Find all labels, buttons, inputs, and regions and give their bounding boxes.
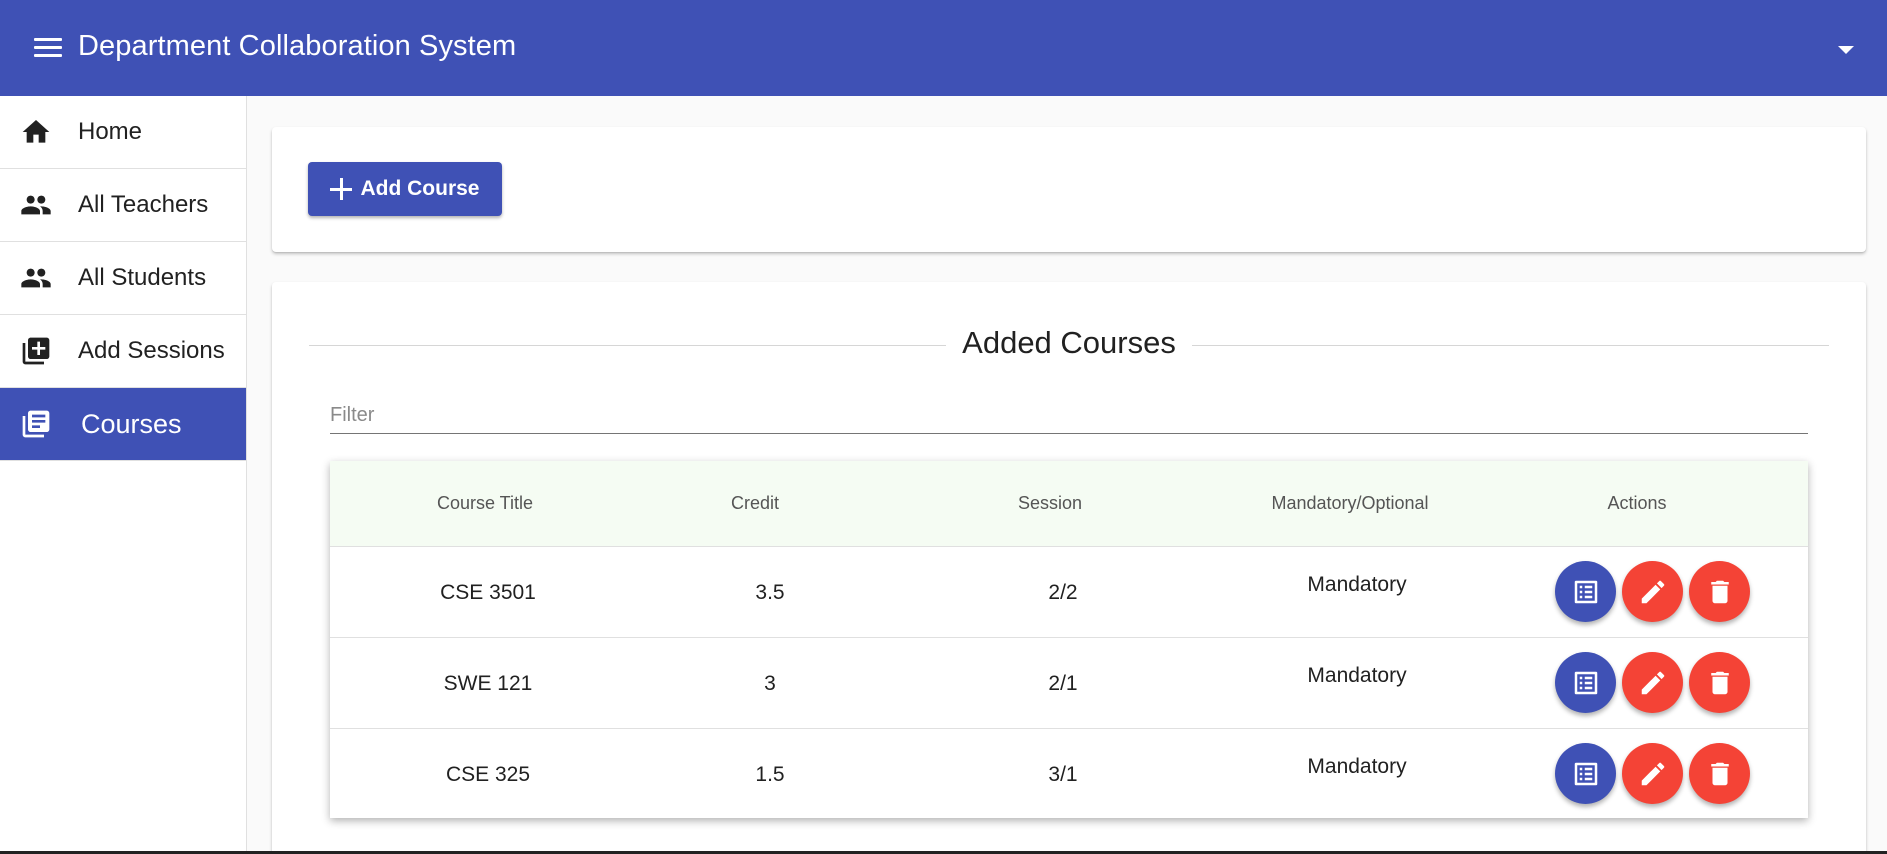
app-title: Department Collaboration System [78, 30, 517, 62]
table-row: CSE 325 1.5 3/1 Mandatory [330, 728, 1808, 819]
account-dropdown-icon[interactable] [1829, 34, 1863, 64]
sidebar-item-all-students[interactable]: All Students [0, 242, 246, 315]
app-bar: Department Collaboration System [0, 0, 1887, 96]
type-cell: Mandatory [1307, 755, 1407, 778]
session-cell: 2/2 [1048, 580, 1078, 604]
filter-input[interactable] [330, 398, 1808, 434]
row-actions [1555, 652, 1750, 714]
edit-icon [1641, 762, 1664, 785]
sidebar-item-label: Home [78, 118, 143, 145]
course-title-cell: SWE 121 [443, 671, 533, 695]
session-cell: 3/1 [1048, 762, 1078, 786]
row-actions [1555, 743, 1750, 805]
people-icon [20, 189, 52, 221]
sidebar-item-home[interactable]: Home [0, 96, 246, 169]
sidebar-item-label: All Students [78, 264, 207, 291]
credit-cell: 1.5 [755, 762, 785, 786]
view-list-icon [1574, 762, 1597, 785]
row-actions [1555, 561, 1750, 623]
delete-button[interactable] [1689, 561, 1750, 622]
column-header-credit[interactable]: Credit [660, 461, 850, 546]
column-header-course-title[interactable]: Course Title [390, 461, 580, 546]
edit-button[interactable] [1622, 743, 1683, 804]
sidebar-item-label: Courses [81, 408, 182, 439]
edit-icon [1641, 671, 1664, 694]
sidebar-item-label: Add Sessions [78, 337, 225, 364]
home-icon [20, 116, 52, 148]
delete-icon [1710, 580, 1729, 603]
view-list-icon [1574, 671, 1597, 694]
course-title-cell: CSE 3501 [440, 580, 536, 604]
type-cell: Mandatory [1307, 573, 1407, 596]
sidebar-item-add-sessions[interactable]: Add Sessions [0, 315, 246, 388]
type-cell: Mandatory [1307, 664, 1407, 687]
sidebar: Home All Teachers All Students Add Sessi… [0, 96, 247, 854]
menu-icon[interactable] [28, 33, 68, 63]
column-header-mandatory-optional[interactable]: Mandatory/Optional [1230, 461, 1470, 546]
view-details-button[interactable] [1555, 743, 1616, 804]
view-details-button[interactable] [1555, 652, 1616, 713]
view-details-button[interactable] [1555, 561, 1616, 622]
view-list-icon [1574, 580, 1597, 603]
edit-icon [1641, 580, 1664, 603]
people-icon [20, 262, 52, 294]
courses-table: Course Title Credit Session Mandatory/Op… [330, 461, 1808, 818]
delete-button[interactable] [1689, 652, 1750, 713]
toolbar-card: Add Course [272, 127, 1866, 252]
sidebar-item-all-teachers[interactable]: All Teachers [0, 169, 246, 242]
library-books-icon [20, 408, 52, 440]
column-header-session[interactable]: Session [955, 461, 1145, 546]
library-add-icon [20, 335, 52, 367]
credit-cell: 3.5 [755, 580, 785, 604]
table-header: Course Title Credit Session Mandatory/Op… [330, 461, 1808, 546]
delete-button[interactable] [1689, 743, 1750, 804]
delete-icon [1710, 762, 1729, 785]
table-row: CSE 3501 3.5 2/2 Mandatory [330, 546, 1808, 637]
sidebar-item-label: All Teachers [78, 191, 209, 218]
session-cell: 2/1 [1048, 671, 1078, 695]
edit-button[interactable] [1622, 652, 1683, 713]
plus-icon [330, 178, 353, 200]
add-course-label: Add Course [360, 177, 480, 200]
courses-card: Added Courses Course Title Credit Sessio… [272, 282, 1866, 854]
column-header-actions: Actions [1607, 493, 1667, 513]
edit-button[interactable] [1622, 561, 1683, 622]
section-title: Added Courses [272, 325, 1866, 361]
sidebar-item-courses[interactable]: Courses [0, 388, 246, 461]
course-title-cell: CSE 325 [445, 762, 531, 786]
credit-cell: 3 [764, 671, 776, 695]
table-row: SWE 121 3 2/1 Mandatory [330, 637, 1808, 728]
add-course-button[interactable]: Add Course [308, 162, 502, 216]
delete-icon [1710, 671, 1729, 694]
